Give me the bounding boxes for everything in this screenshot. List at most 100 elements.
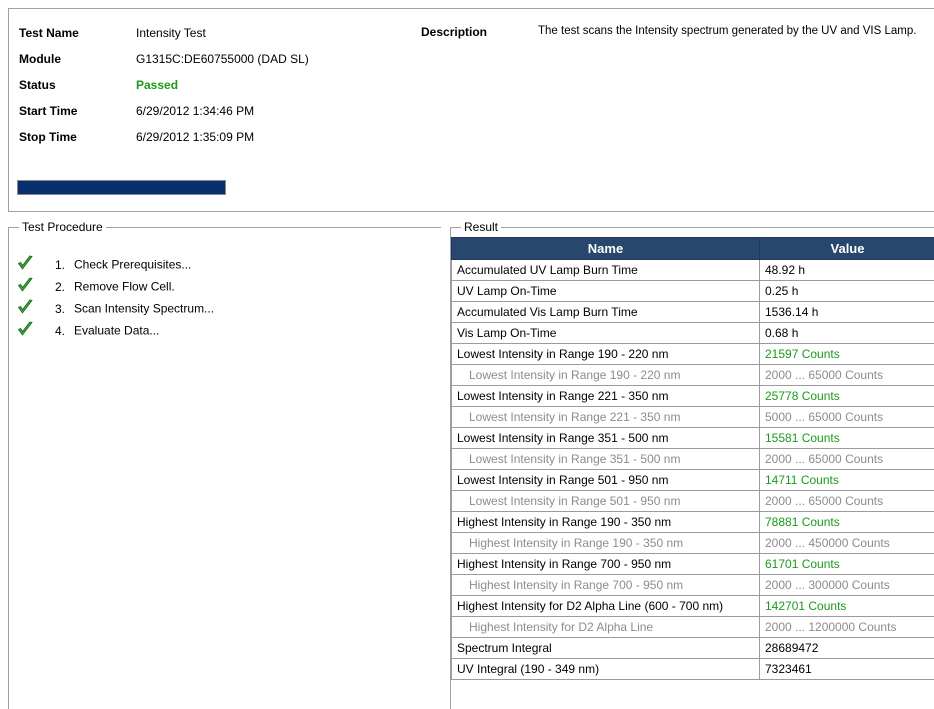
result-name-cell: UV Integral (190 - 349 nm) [452,659,760,680]
result-value-cell: 2000 ... 65000 Counts [760,365,934,386]
result-name-cell: Spectrum Integral [452,638,760,659]
procedure-step: 1. Check Prerequisites... [17,255,191,273]
result-name-cell: Lowest Intensity in Range 190 - 220 nm [452,365,760,386]
result-value-cell: 2000 ... 65000 Counts [760,449,934,470]
test-name-value: Intensity Test [136,25,206,41]
result-value-cell: 14711 Counts [760,470,934,491]
result-row[interactable]: UV Lamp On-Time0.25 h [452,281,934,302]
result-value-cell: 15581 Counts [760,428,934,449]
description-label: Description [421,25,487,39]
result-title: Result [461,220,501,234]
check-icon [17,299,37,320]
result-row[interactable]: Highest Intensity in Range 700 - 950 nm2… [452,575,934,596]
result-value-cell: 61701 Counts [760,554,934,575]
step-label: Scan Intensity Spectrum... [74,302,214,316]
result-name-cell: Highest Intensity in Range 190 - 350 nm [452,533,760,554]
result-row[interactable]: Accumulated UV Lamp Burn Time48.92 h [452,260,934,281]
status-label: Status [19,77,129,93]
step-label: Remove Flow Cell. [74,280,175,294]
result-name-cell: Lowest Intensity in Range 351 - 500 nm [452,449,760,470]
result-name-cell: Lowest Intensity in Range 190 - 220 nm [452,344,760,365]
check-icon [17,255,37,276]
result-row[interactable]: Lowest Intensity in Range 501 - 950 nm14… [452,470,934,491]
result-row[interactable]: Lowest Intensity in Range 221 - 350 nm25… [452,386,934,407]
result-value-cell: 0.68 h [760,323,934,344]
result-row[interactable]: UV Integral (190 - 349 nm)7323461 [452,659,934,680]
result-row[interactable]: Lowest Intensity in Range 351 - 500 nm15… [452,428,934,449]
result-name-cell: Vis Lamp On-Time [452,323,760,344]
stop-time-value: 6/29/2012 1:35:09 PM [136,129,254,145]
result-value-cell: 0.25 h [760,281,934,302]
procedure-step: 2. Remove Flow Cell. [17,277,175,295]
result-value-cell: 1536.14 h [760,302,934,323]
result-header-row: Name Value [452,238,934,260]
result-name-cell: Lowest Intensity in Range 501 - 950 nm [452,491,760,512]
step-number: 4. [37,322,65,340]
result-row[interactable]: Highest Intensity in Range 190 - 350 nm2… [452,533,934,554]
procedure-step: 4. Evaluate Data... [17,321,159,339]
result-name-cell: Highest Intensity for D2 Alpha Line (600… [452,596,760,617]
progress-bar [17,180,226,195]
step-number: 3. [37,300,65,318]
step-label: Check Prerequisites... [74,258,191,272]
module-label: Module [19,51,129,67]
result-row[interactable]: Spectrum Integral28689472 [452,638,934,659]
result-value-cell: 2000 ... 300000 Counts [760,575,934,596]
result-value-cell: 2000 ... 65000 Counts [760,491,934,512]
result-name-cell: Lowest Intensity in Range 501 - 950 nm [452,470,760,491]
result-value-cell: 78881 Counts [760,512,934,533]
result-row[interactable]: Highest Intensity in Range 190 - 350 nm7… [452,512,934,533]
progress-fill [18,181,225,194]
result-value-cell: 7323461 [760,659,934,680]
result-table-body: Accumulated UV Lamp Burn Time48.92 hUV L… [452,260,934,680]
result-table: Name Value Accumulated UV Lamp Burn Time… [451,237,934,680]
result-value-cell: 48.92 h [760,260,934,281]
stop-time-label: Stop Time [19,129,129,145]
status-value: Passed [136,77,178,93]
step-number: 2. [37,278,65,296]
value-column-header[interactable]: Value [760,238,934,260]
result-group: Result Name Value Accumulated UV Lamp Bu… [450,227,934,709]
step-number: 1. [37,256,65,274]
test-name-label: Test Name [19,25,129,41]
result-row[interactable]: Highest Intensity in Range 700 - 950 nm6… [452,554,934,575]
result-name-cell: Lowest Intensity in Range 221 - 350 nm [452,407,760,428]
check-icon [17,321,37,342]
result-name-cell: Lowest Intensity in Range 351 - 500 nm [452,428,760,449]
result-row[interactable]: Lowest Intensity in Range 190 - 220 nm21… [452,344,934,365]
test-procedure-group: Test Procedure 1.Check Prerequisites...2… [8,227,441,709]
result-name-cell: Highest Intensity in Range 700 - 950 nm [452,554,760,575]
description-text: The test scans the Intensity spectrum ge… [538,25,918,38]
result-row[interactable]: Highest Intensity for D2 Alpha Line2000 … [452,617,934,638]
result-name-cell: Highest Intensity in Range 700 - 950 nm [452,575,760,596]
result-value-cell: 142701 Counts [760,596,934,617]
result-value-cell: 28689472 [760,638,934,659]
result-name-cell: Highest Intensity for D2 Alpha Line [452,617,760,638]
result-name-cell: Accumulated Vis Lamp Burn Time [452,302,760,323]
result-name-cell: Accumulated UV Lamp Burn Time [452,260,760,281]
result-row[interactable]: Lowest Intensity in Range 190 - 220 nm20… [452,365,934,386]
result-name-cell: Lowest Intensity in Range 221 - 350 nm [452,386,760,407]
result-row[interactable]: Highest Intensity for D2 Alpha Line (600… [452,596,934,617]
result-row[interactable]: Lowest Intensity in Range 351 - 500 nm20… [452,449,934,470]
result-value-cell: 21597 Counts [760,344,934,365]
procedure-step: 3. Scan Intensity Spectrum... [17,299,214,317]
test-info-panel: Test Name Intensity Test Module G1315C:D… [8,8,934,212]
result-value-cell: 2000 ... 450000 Counts [760,533,934,554]
name-column-header[interactable]: Name [452,238,760,260]
result-row[interactable]: Lowest Intensity in Range 501 - 950 nm20… [452,491,934,512]
result-row[interactable]: Accumulated Vis Lamp Burn Time1536.14 h [452,302,934,323]
start-time-label: Start Time [19,103,129,119]
start-time-value: 6/29/2012 1:34:46 PM [136,103,254,119]
result-name-cell: Highest Intensity in Range 190 - 350 nm [452,512,760,533]
result-value-cell: 25778 Counts [760,386,934,407]
check-icon [17,277,37,298]
step-label: Evaluate Data... [74,324,159,338]
result-value-cell: 2000 ... 1200000 Counts [760,617,934,638]
test-procedure-title: Test Procedure [19,220,106,234]
result-value-cell: 5000 ... 65000 Counts [760,407,934,428]
module-value: G1315C:DE60755000 (DAD SL) [136,51,309,67]
result-row[interactable]: Vis Lamp On-Time0.68 h [452,323,934,344]
result-row[interactable]: Lowest Intensity in Range 221 - 350 nm50… [452,407,934,428]
result-name-cell: UV Lamp On-Time [452,281,760,302]
